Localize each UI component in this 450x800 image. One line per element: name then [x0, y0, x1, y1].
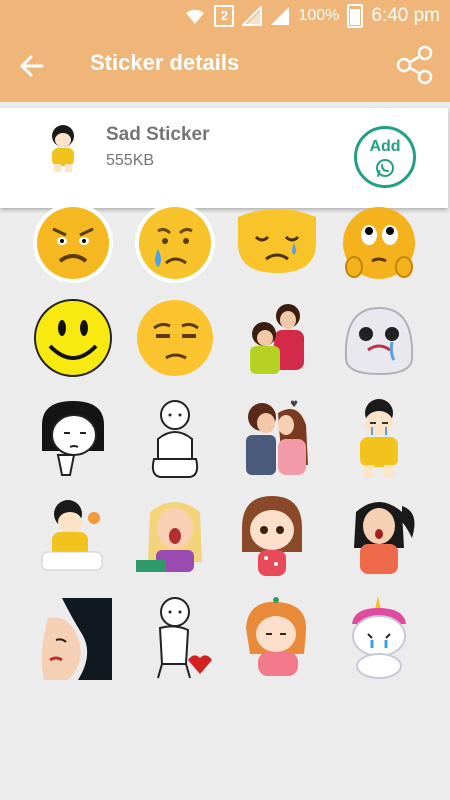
tired-girl-sticker[interactable] [28, 492, 118, 582]
wifi-icon [186, 9, 205, 24]
status-icons: 2 100% 6:40 pm [184, 4, 440, 28]
sulking-girl-sticker[interactable] [232, 594, 322, 684]
whatsapp-icon [376, 159, 394, 177]
angry-face-sticker[interactable] [28, 203, 118, 293]
screaming-girl-sticker[interactable] [334, 492, 424, 582]
sim-slot-badge: 2 [214, 5, 235, 27]
kissing-couple-sticker[interactable]: ♥ [232, 395, 322, 485]
sad-woman-sticker[interactable] [28, 594, 118, 684]
svg-text:♥: ♥ [290, 400, 298, 410]
tear-face-sticker[interactable] [232, 203, 322, 293]
toolbar: Sticker details [0, 30, 450, 102]
sad-girl-sticker[interactable] [28, 395, 118, 485]
battery-percent: 100% [298, 7, 340, 24]
crying-unicorn-sticker[interactable] [334, 594, 424, 684]
status-bar: 2 100% 6:40 pm [0, 0, 450, 30]
sorry-girl-sticker[interactable] [232, 492, 322, 582]
signal-icon-2 [271, 7, 290, 25]
add-to-whatsapp-button[interactable]: Add [354, 126, 416, 188]
crying-girl-sticker[interactable] [334, 395, 424, 485]
sad-stickman-sticker[interactable] [130, 395, 220, 485]
signal-icon [242, 6, 263, 26]
pack-name: Sad Sticker [106, 124, 210, 145]
smiley-face-sticker[interactable] [28, 298, 118, 388]
hugging-couple-sticker[interactable] [232, 298, 322, 388]
crying-ghost-sticker[interactable] [334, 298, 424, 388]
arrow-back-icon[interactable] [14, 48, 50, 84]
crying-face-sticker[interactable] [130, 203, 220, 293]
clock: 6:40 pm [371, 5, 440, 26]
unamused-face-sticker[interactable] [130, 298, 220, 388]
pack-size: 555KB [106, 152, 155, 169]
page-title: Sticker details [90, 50, 240, 75]
shouting-girl-sticker[interactable] [130, 492, 220, 582]
pleading-face-sticker[interactable] [334, 203, 424, 293]
pack-thumbnail [52, 125, 74, 172]
sticker-pack-card: Sad Sticker 555KB Add [0, 108, 448, 208]
add-button-label: Add [369, 138, 401, 155]
broken-heart-stickman-sticker[interactable] [130, 594, 220, 684]
share-icon[interactable] [394, 44, 436, 86]
battery-icon [347, 4, 364, 28]
